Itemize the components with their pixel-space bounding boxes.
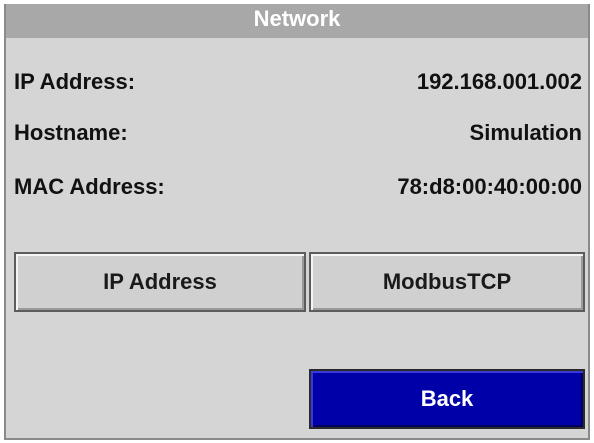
- mac-address-value: 78:d8:00:40:00:00: [397, 174, 582, 199]
- title-bar: Network: [6, 4, 588, 38]
- hostname-row: Hostname: Simulation: [14, 115, 582, 151]
- ip-address-row: IP Address: 192.168.001.002: [14, 64, 582, 100]
- hostname-label: Hostname:: [14, 120, 128, 145]
- ip-address-button[interactable]: IP Address: [14, 252, 306, 312]
- ip-address-label: IP Address:: [14, 69, 136, 94]
- ip-address-value: 192.168.001.002: [416, 69, 582, 94]
- hostname-value: Simulation: [469, 120, 582, 145]
- network-screen: Network IP Address: 192.168.001.002 Host…: [4, 4, 590, 440]
- modbus-tcp-button[interactable]: ModbusTCP: [309, 252, 585, 312]
- mac-address-label: MAC Address:: [14, 174, 165, 199]
- mac-address-row: MAC Address: 78:d8:00:40:00:00: [14, 169, 582, 205]
- back-button[interactable]: Back: [309, 369, 585, 429]
